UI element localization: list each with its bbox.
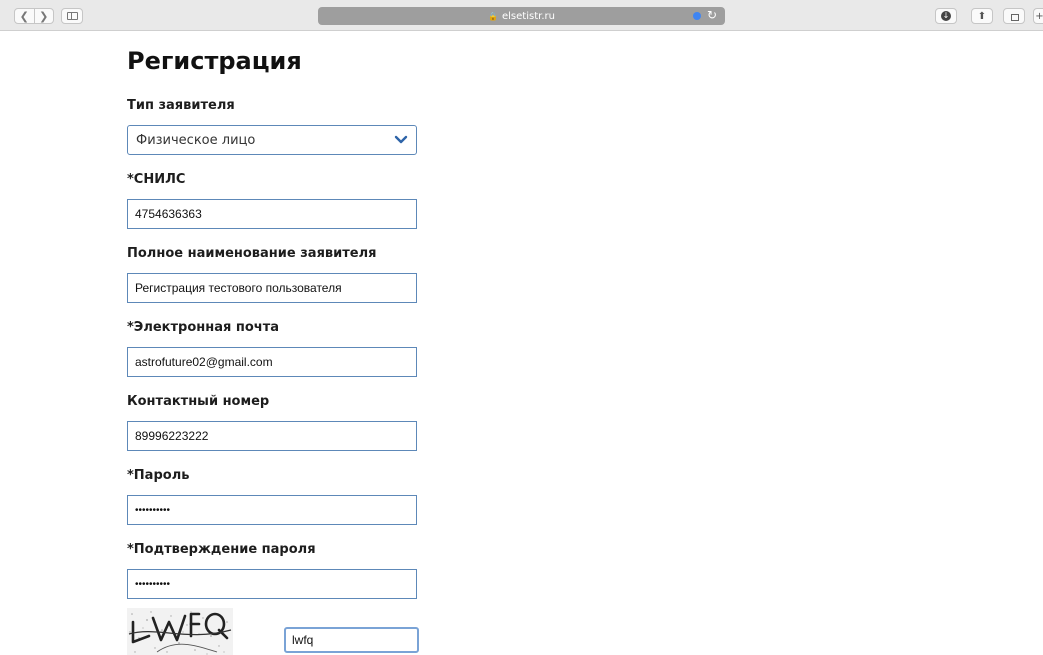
browser-toolbar: ❮ ❯ 🔒 elsetistr.ru ↻ ↓ ⬆ + xyxy=(0,0,1043,31)
tabs-button[interactable] xyxy=(1003,8,1025,24)
applicant-type-select[interactable]: Физическое лицо xyxy=(127,125,417,155)
applicant-type-value: Физическое лицо xyxy=(136,132,256,148)
chevron-down-icon xyxy=(394,135,408,144)
forward-button[interactable]: ❯ xyxy=(33,9,54,23)
share-icon: ⬆ xyxy=(977,10,987,22)
applicant-type-label: Тип заявителя xyxy=(127,98,235,113)
new-tab-button[interactable]: + xyxy=(1033,8,1043,24)
back-button[interactable]: ❮ xyxy=(15,9,34,23)
snils-input[interactable]: 4754636363 xyxy=(127,199,417,229)
address-bar[interactable]: 🔒 elsetistr.ru ↻ xyxy=(318,7,725,25)
email-input[interactable]: astrofuture02@gmail.com xyxy=(127,347,417,377)
reload-icon[interactable]: ↻ xyxy=(707,8,717,22)
full-name-label: Полное наименование заявителя xyxy=(127,246,377,261)
phone-input[interactable]: 89996223222 xyxy=(127,421,417,451)
sidebar-icon xyxy=(66,12,78,20)
email-label: *Электронная почта xyxy=(127,320,280,335)
password-confirm-input[interactable]: •••••••••• xyxy=(127,569,417,599)
sidebar-button[interactable] xyxy=(61,8,83,24)
share-button[interactable]: ⬆ xyxy=(971,8,993,24)
full-name-input[interactable]: Регистрация тестового пользователя xyxy=(127,273,417,303)
downloads-button[interactable]: ↓ xyxy=(935,8,957,24)
password-input[interactable]: •••••••••• xyxy=(127,495,417,525)
download-icon: ↓ xyxy=(941,11,951,21)
nav-buttons: ❮ ❯ xyxy=(14,8,54,24)
captcha-image xyxy=(127,608,233,655)
snils-label: *СНИЛС xyxy=(127,172,186,187)
tabs-icon xyxy=(1011,13,1019,21)
address-url: elsetistr.ru xyxy=(502,10,555,22)
plus-icon: + xyxy=(1035,10,1043,22)
lock-icon: 🔒 xyxy=(488,11,498,21)
password-confirm-label: *Подтверждение пароля xyxy=(127,542,316,557)
password-label: *Пароль xyxy=(127,468,190,483)
captcha-input[interactable]: lwfq xyxy=(284,627,419,653)
tracker-icon xyxy=(693,12,701,20)
phone-label: Контактный номер xyxy=(127,394,270,409)
page-title: Регистрация xyxy=(127,47,302,75)
